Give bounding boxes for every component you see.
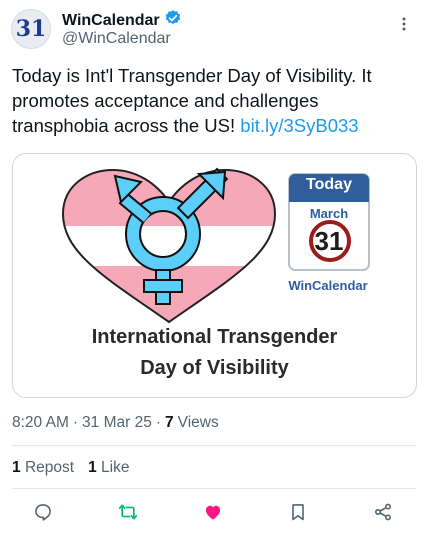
author-handle[interactable]: @WinCalendar xyxy=(62,30,171,48)
calendar-brand-label: WinCalendar xyxy=(288,278,368,293)
repost-icon[interactable] xyxy=(116,500,140,524)
tweet-time[interactable]: 8:20 AM xyxy=(12,414,69,432)
engagement-stats: 1 Repost 1 Like xyxy=(12,459,129,477)
calendar-month-label: March xyxy=(309,206,349,221)
media-title-line1: International Transgender xyxy=(91,326,338,348)
likes-stat[interactable]: 1 Like xyxy=(88,459,129,477)
reposts-count: 1 xyxy=(12,459,21,476)
reposts-stat[interactable]: 1 Repost xyxy=(12,459,74,477)
tweet-text: Today is Int'l Transgender Day of Visibi… xyxy=(12,63,420,138)
share-icon[interactable] xyxy=(371,500,395,524)
tweet-meta: 8:20 AM · 31 Mar 25 · 7 Views xyxy=(12,414,219,432)
media-image[interactable]: Today March 31 WinCalendar International… xyxy=(12,153,417,398)
reply-icon[interactable] xyxy=(31,500,55,524)
media-title-line2: Day of Visibility xyxy=(140,357,289,379)
tweet-date[interactable]: 31 Mar 25 xyxy=(82,414,152,432)
avatar-text: 31 xyxy=(15,16,47,42)
like-icon[interactable] xyxy=(201,500,225,524)
divider xyxy=(12,488,416,489)
bookmark-icon[interactable] xyxy=(286,500,310,524)
calendar-today-label: Today xyxy=(306,176,352,193)
action-bar xyxy=(0,500,428,524)
meta-separator: · xyxy=(155,414,162,431)
avatar[interactable]: 31 xyxy=(11,9,51,49)
views-count: 7 xyxy=(165,414,174,431)
meta-separator: · xyxy=(72,414,79,431)
divider xyxy=(12,445,416,446)
reposts-label: Repost xyxy=(24,459,75,476)
author-name-row[interactable]: WinCalendar xyxy=(62,9,182,32)
likes-count: 1 xyxy=(88,459,97,476)
views-label: Views xyxy=(177,414,219,431)
calendar-day-label: 31 xyxy=(314,226,344,256)
more-options-icon[interactable] xyxy=(394,14,414,34)
tweet-link[interactable]: bit.ly/3SyB033 xyxy=(240,115,358,136)
verified-badge-icon xyxy=(164,9,182,32)
likes-label: Like xyxy=(101,459,130,476)
display-name[interactable]: WinCalendar xyxy=(62,12,160,30)
transgender-heart-graphic xyxy=(61,167,277,324)
